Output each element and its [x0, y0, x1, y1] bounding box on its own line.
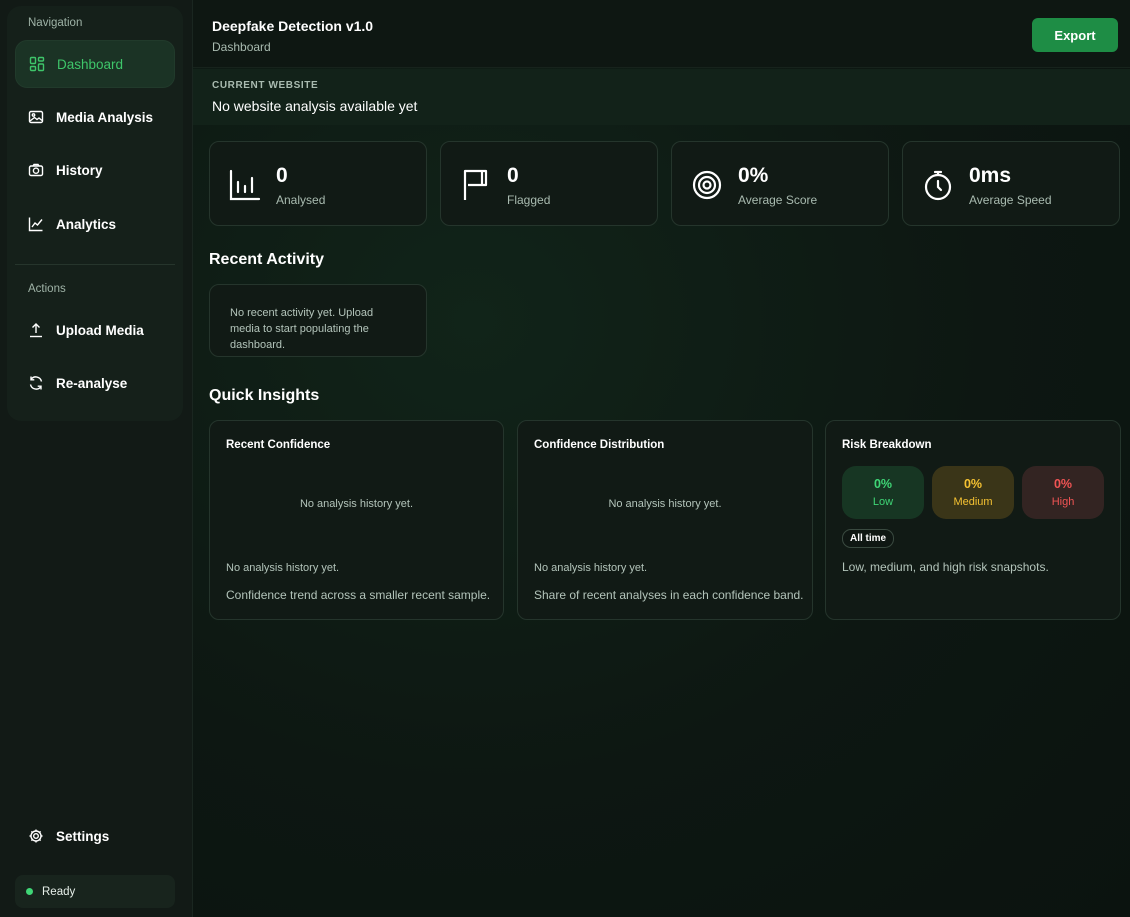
breadcrumb: Dashboard	[212, 40, 271, 54]
current-website-bar: CURRENT WEBSITE No website analysis avai…	[193, 69, 1130, 125]
sidebar-item-label: Settings	[56, 828, 110, 844]
risk-low-label: Low	[872, 496, 894, 508]
actions-section-label: Actions	[28, 283, 66, 295]
recent-activity-empty-text: No recent activity yet. Upload media to …	[230, 307, 374, 351]
stat-value: 0	[276, 164, 288, 187]
app-root: Navigation Dashboard Media Analysis Hist…	[0, 0, 1130, 917]
top-bar: Deepfake Detection v1.0 Dashboard Export	[193, 0, 1130, 68]
risk-medium-label: Medium	[953, 496, 993, 508]
recent-confidence-card: Recent Confidence No analysis history ye…	[209, 420, 504, 620]
empty-state-text: No analysis history yet.	[299, 498, 414, 510]
sidebar-item-label: Dashboard	[57, 56, 124, 72]
image-icon	[28, 109, 44, 125]
stat-label: Flagged	[507, 193, 551, 207]
gear-icon	[28, 828, 44, 844]
upload-icon	[28, 322, 44, 338]
risk-high-value: 0%	[1053, 477, 1073, 491]
stat-label: Analysed	[276, 193, 326, 207]
current-website-value: No website analysis available yet	[212, 98, 418, 114]
stat-card-average-speed: 0ms Average Speed	[902, 141, 1120, 226]
time-filter-chip[interactable]: All time	[842, 529, 895, 548]
dashboard-grid-icon	[29, 56, 45, 72]
bar-chart-icon	[228, 168, 262, 202]
sidebar-item-label: Media Analysis	[56, 109, 154, 125]
card-title: Recent Confidence	[226, 439, 331, 451]
card-title: Confidence Distribution	[534, 439, 665, 451]
card-description: Low, medium, and high risk snapshots.	[842, 560, 1049, 574]
app-title: Deepfake Detection v1.0	[212, 18, 374, 34]
confidence-distribution-card: Confidence Distribution No analysis hist…	[517, 420, 813, 620]
risk-low-value: 0%	[873, 477, 893, 491]
risk-high-badge: 0% High	[1022, 466, 1104, 519]
stat-value: 0ms	[969, 164, 1012, 187]
sidebar: Navigation Dashboard Media Analysis Hist…	[0, 0, 193, 917]
stat-card-flagged: 0 Flagged	[440, 141, 658, 226]
sidebar-item-label: Upload Media	[56, 322, 144, 338]
target-icon	[690, 168, 724, 202]
stat-label: Average Speed	[969, 193, 1052, 207]
current-website-label: CURRENT WEBSITE	[212, 80, 319, 91]
status-text: Ready	[42, 885, 76, 898]
export-button[interactable]: Export	[1032, 18, 1118, 52]
recent-activity-title: Recent Activity	[209, 251, 324, 268]
history-icon	[28, 162, 44, 178]
card-title: Risk Breakdown	[842, 439, 932, 451]
status-dot-icon	[26, 888, 33, 895]
risk-medium-value: 0%	[963, 477, 983, 491]
refresh-icon	[28, 375, 44, 391]
card-description: Share of recent analyses in each confide…	[534, 588, 804, 602]
stopwatch-icon	[921, 168, 955, 202]
sidebar-item-label: Re-analyse	[56, 375, 128, 391]
upload-media-button[interactable]: Upload Media	[15, 306, 175, 354]
card-description: Confidence trend across a smaller recent…	[226, 588, 491, 602]
risk-low-badge: 0% Low	[842, 466, 924, 519]
sidebar-item-analytics[interactable]: Analytics	[15, 200, 175, 248]
stat-card-average-score: 0% Average Score	[671, 141, 889, 226]
stat-value: 0	[507, 164, 519, 187]
sidebar-divider	[15, 264, 175, 265]
stat-label: Average Score	[738, 193, 818, 207]
sidebar-item-label: History	[56, 162, 103, 178]
main-content: Deepfake Detection v1.0 Dashboard Export…	[193, 0, 1130, 917]
status-indicator: Ready	[15, 875, 175, 908]
recent-activity-card: No recent activity yet. Upload media to …	[209, 284, 427, 357]
card-note: No analysis history yet.	[226, 562, 340, 574]
line-chart-icon	[28, 216, 44, 232]
sidebar-item-label: Analytics	[56, 216, 117, 232]
quick-insights-title: Quick Insights	[209, 387, 320, 404]
settings-button[interactable]: Settings	[15, 812, 175, 860]
risk-high-label: High	[1051, 496, 1075, 508]
stat-card-analysed: 0 Analysed	[209, 141, 427, 226]
risk-medium-badge: 0% Medium	[932, 466, 1014, 519]
sidebar-item-media-analysis[interactable]: Media Analysis	[15, 93, 175, 141]
card-note: No analysis history yet.	[534, 562, 648, 574]
navigation-section-label: Navigation	[28, 17, 83, 29]
risk-breakdown-card: Risk Breakdown 0% Low 0% Medium 0% High …	[825, 420, 1121, 620]
empty-state-text: No analysis history yet.	[608, 498, 722, 510]
sidebar-item-dashboard[interactable]: Dashboard	[15, 40, 175, 88]
flag-icon	[459, 168, 493, 202]
sidebar-item-history[interactable]: History	[15, 146, 175, 194]
stat-value: 0%	[738, 164, 769, 187]
re-analyse-button[interactable]: Re-analyse	[15, 359, 175, 407]
